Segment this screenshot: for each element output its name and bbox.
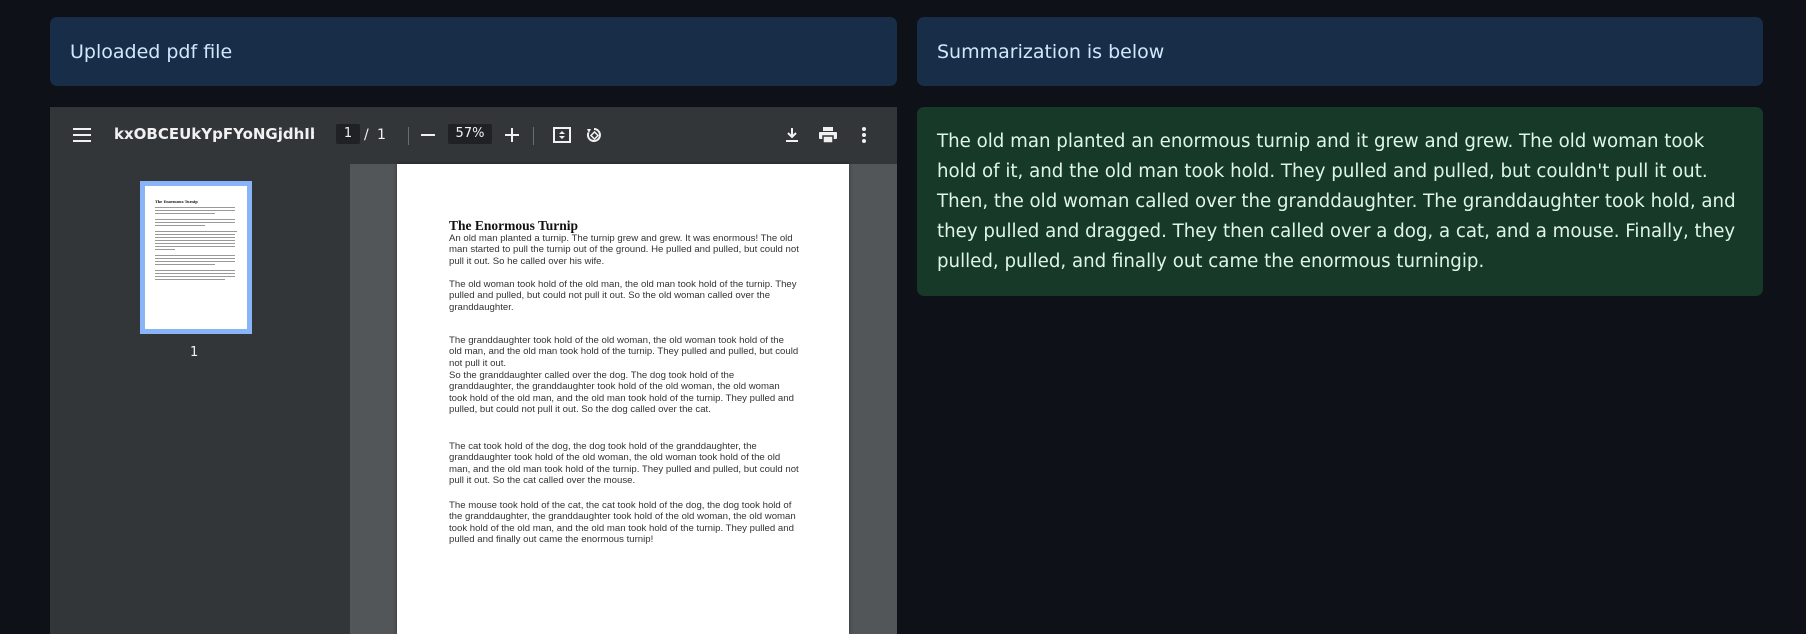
zoom-in-icon[interactable] xyxy=(500,123,524,147)
thumbnail-sidebar: The Enormous Turnip 1 xyxy=(50,164,350,634)
uploaded-pdf-header: Uploaded pdf file xyxy=(50,17,897,86)
thumbnail-text-line xyxy=(155,270,235,271)
document-paragraph: The granddaughter took hold of the old w… xyxy=(449,335,799,369)
thumbnail-text-line xyxy=(155,243,235,244)
thumbnail-page-label: 1 xyxy=(190,345,199,360)
thumbnail-text-line xyxy=(155,279,225,280)
uploaded-pdf-header-text: Uploaded pdf file xyxy=(70,40,233,63)
thumbnail-text-line xyxy=(155,237,235,238)
thumbnail-text-line xyxy=(155,249,175,250)
summarization-header-text: Summarization is below xyxy=(937,40,1165,63)
document-title: The Enormous Turnip xyxy=(449,218,579,233)
zoom-out-icon[interactable] xyxy=(416,123,440,147)
more-options-icon[interactable] xyxy=(852,123,876,147)
thumbnail-text-line xyxy=(155,273,235,274)
thumbnail-text-line xyxy=(155,219,235,220)
thumbnail-text-line xyxy=(155,213,215,214)
document-paragraph: The cat took hold of the dog, the dog to… xyxy=(449,441,799,486)
page-separator: / xyxy=(364,127,369,143)
pdf-filename: kxOBCEUkYpFYoNGjdhIb6d7i... xyxy=(114,125,314,143)
thumbnail-title: The Enormous Turnip xyxy=(155,200,198,204)
thumbnail-text-line xyxy=(155,234,235,235)
download-icon[interactable] xyxy=(780,123,804,147)
document-paragraph: The mouse took hold of the cat, the cat … xyxy=(449,500,796,545)
zoom-level-input[interactable]: 57% xyxy=(448,124,492,144)
page-thumbnail[interactable]: The Enormous Turnip xyxy=(140,181,252,334)
toolbar-divider xyxy=(533,127,534,145)
thumbnail-text-line xyxy=(155,240,235,241)
thumbnail-text-line xyxy=(155,246,235,247)
page-total: 1 xyxy=(377,127,386,143)
summary-box: The old man planted an enormous turnip a… xyxy=(917,107,1763,296)
thumbnail-text-line xyxy=(155,210,235,211)
rotate-icon[interactable] xyxy=(582,123,606,147)
thumbnail-text-line xyxy=(155,222,235,223)
toolbar-divider xyxy=(408,127,409,145)
document-paragraph: The old woman took hold of the old man, … xyxy=(449,279,797,313)
thumbnail-text-line xyxy=(155,264,215,265)
page-number-input[interactable]: 1 xyxy=(336,124,360,144)
thumbnail-text-line xyxy=(155,207,235,208)
fit-page-icon[interactable] xyxy=(550,123,574,147)
thumbnail-text-line xyxy=(155,276,235,277)
summary-text: The old man planted an enormous turnip a… xyxy=(937,131,1736,272)
menu-icon[interactable] xyxy=(70,123,94,147)
thumbnail-text-line xyxy=(155,258,235,259)
thumbnail-text-line xyxy=(155,231,237,232)
thumbnail-text-line xyxy=(155,255,235,256)
thumbnail-text-line xyxy=(155,225,205,226)
print-icon[interactable] xyxy=(816,123,840,147)
summarization-header: Summarization is below xyxy=(917,17,1763,86)
thumbnail-text-line xyxy=(155,261,235,262)
document-paragraph: So the granddaughter called over the dog… xyxy=(449,370,794,415)
document-paragraph: An old man planted a turnip. The turnip … xyxy=(449,233,799,267)
pdf-viewer: kxOBCEUkYpFYoNGjdhIb6d7i... 1 / 1 57% xyxy=(50,107,897,634)
pdf-toolbar: kxOBCEUkYpFYoNGjdhIb6d7i... 1 / 1 57% xyxy=(50,107,897,164)
pdf-page: The Enormous Turnip An old man planted a… xyxy=(397,164,849,634)
